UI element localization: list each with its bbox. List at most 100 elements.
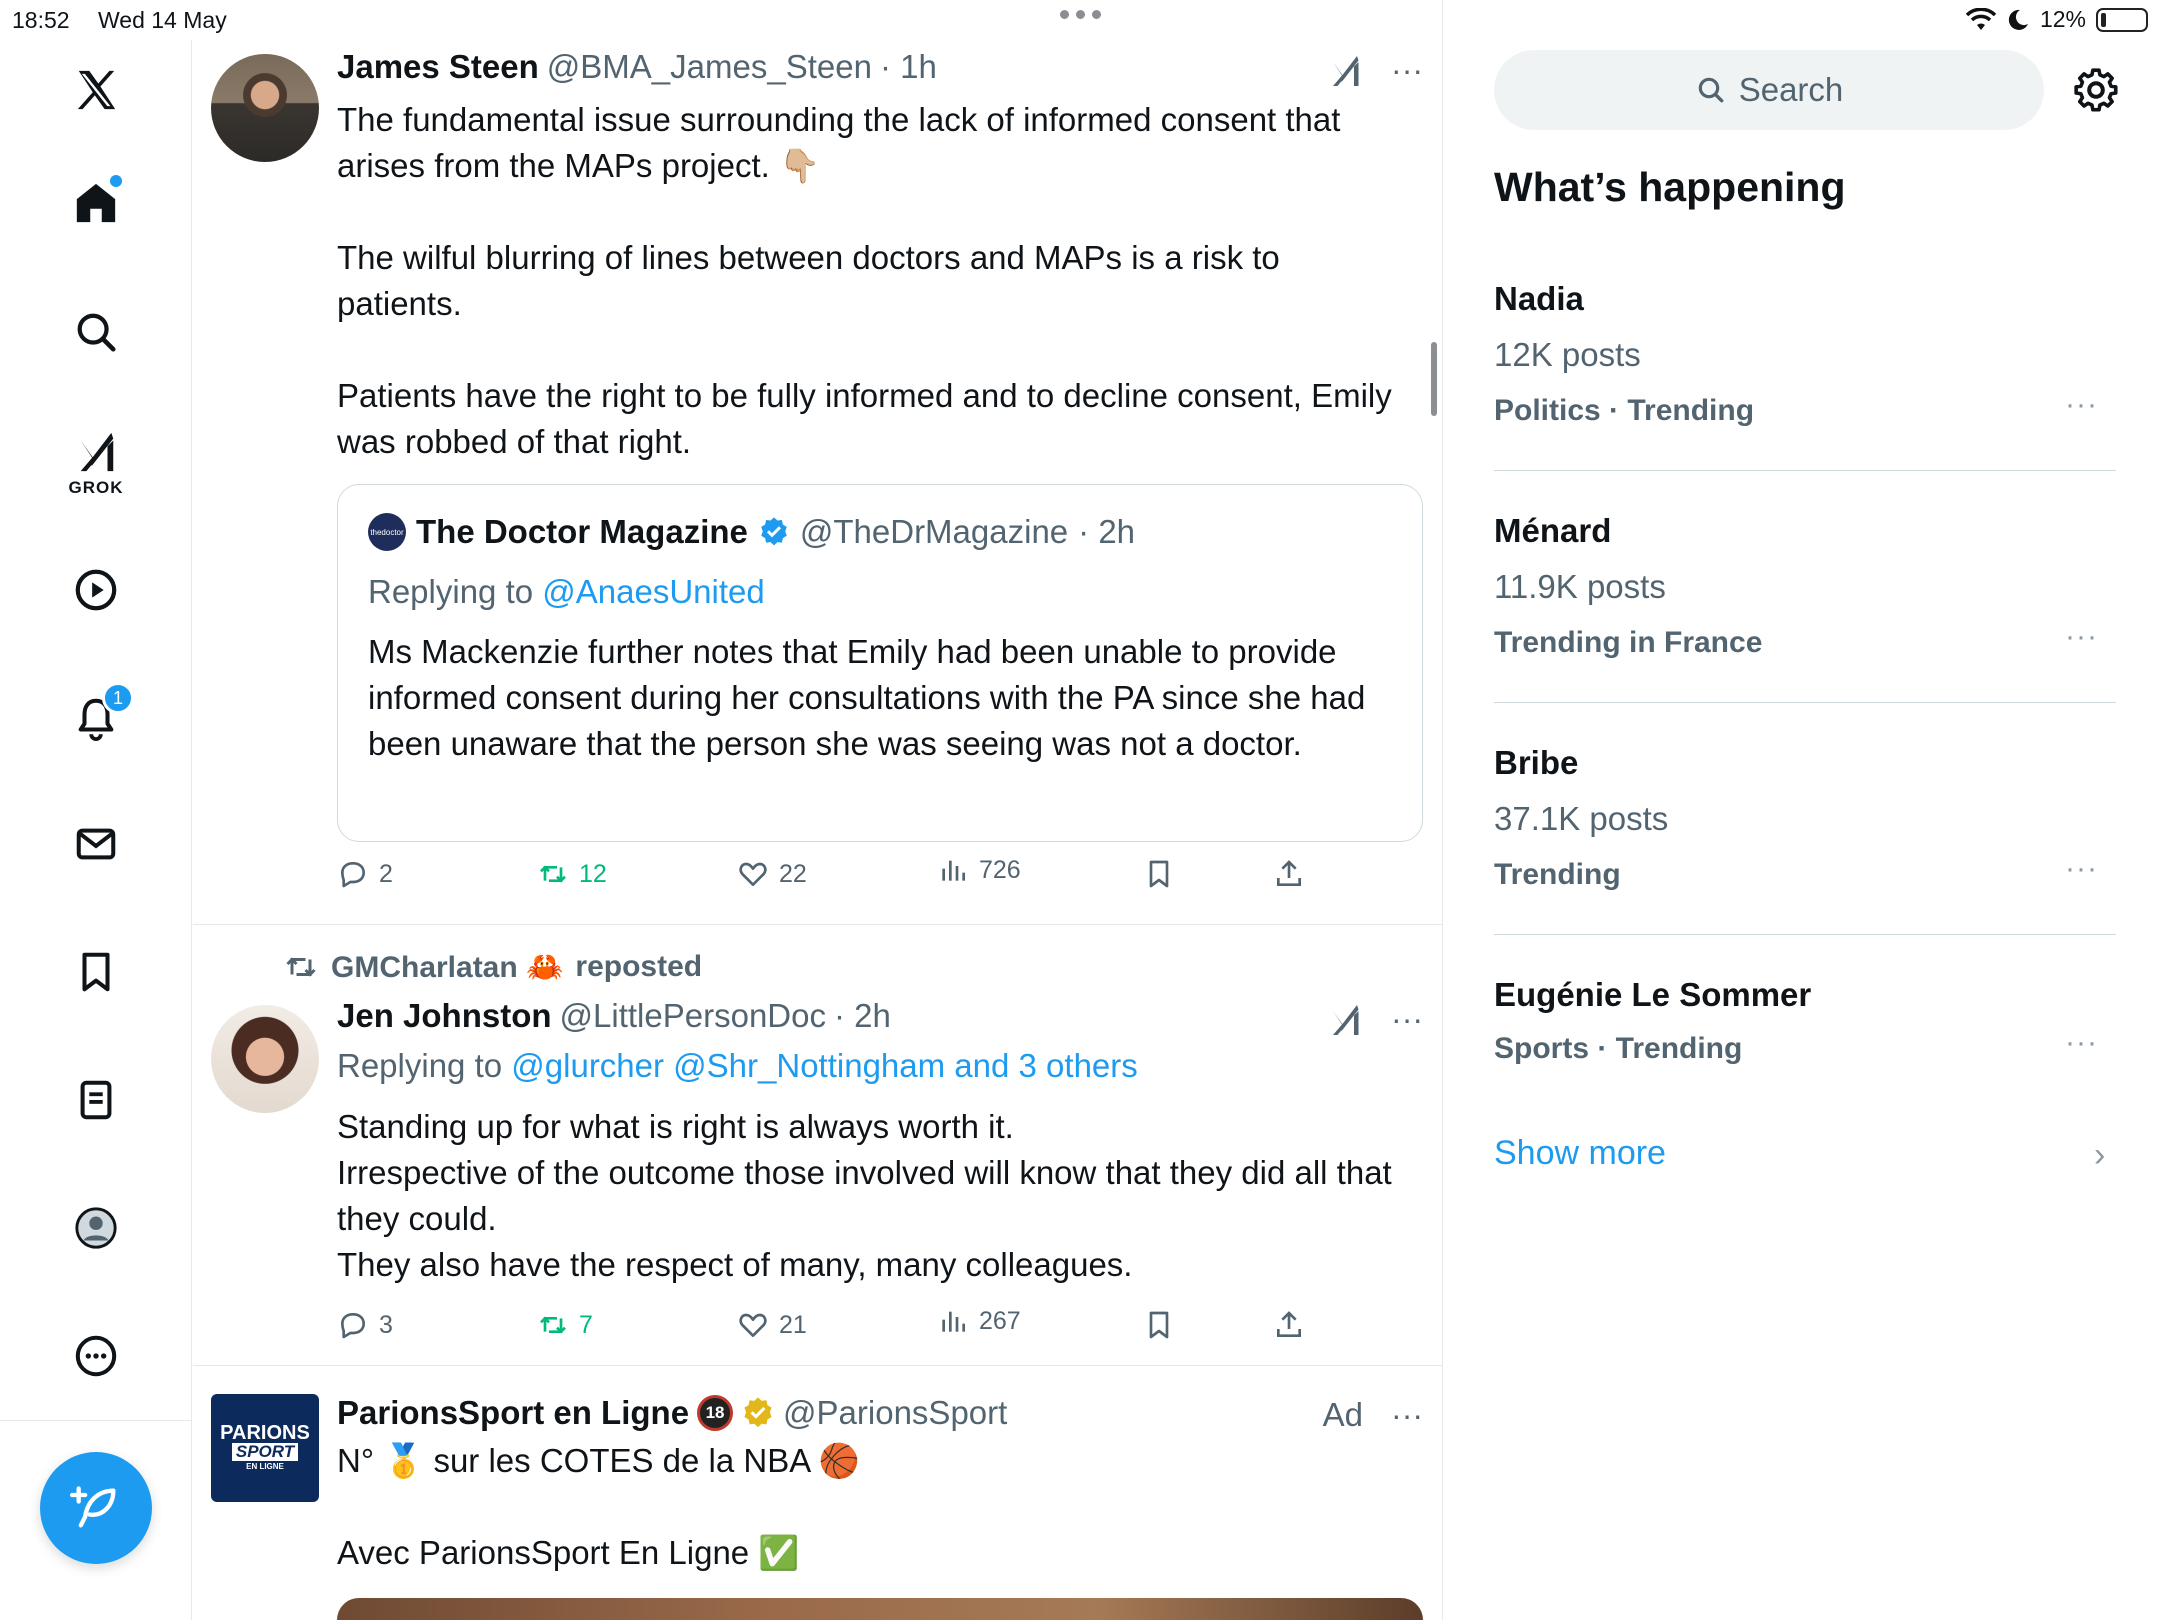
- explore-search-icon[interactable]: [66, 302, 126, 362]
- author-handle[interactable]: @LittlePersonDoc: [560, 997, 826, 1035]
- quoted-author-name[interactable]: The Doctor Magazine: [416, 513, 748, 551]
- quoted-reply-link[interactable]: @AnaesUnited: [542, 573, 764, 610]
- settings-gear-icon[interactable]: [2072, 66, 2120, 114]
- post-header: Jen Johnston @LittlePersonDoc · 2h: [337, 997, 891, 1035]
- profile-avatar-icon[interactable]: [66, 1198, 126, 1258]
- quoted-post[interactable]: thedoctor The Doctor Magazine @TheDrMaga…: [337, 484, 1423, 842]
- bookmark-icon: [1149, 860, 1169, 888]
- repost-button[interactable]: 7: [537, 1309, 593, 1341]
- trend-more-icon[interactable]: ···: [2065, 852, 2098, 886]
- reply-button[interactable]: 2: [337, 858, 393, 890]
- search-placeholder: Search: [1738, 71, 1844, 108]
- trend-name: Eugénie Le Sommer: [1494, 976, 1812, 1013]
- repost-icon: [286, 957, 316, 977]
- post-time[interactable]: · 1h: [880, 48, 937, 86]
- author-handle[interactable]: @BMA_James_Steen: [547, 48, 872, 86]
- x-logo-icon[interactable]: [66, 60, 126, 120]
- trend-item[interactable]: Eugénie Le Sommer Sports · Trending ···: [1494, 976, 2116, 1076]
- messages-envelope-icon[interactable]: [66, 814, 126, 874]
- whats-happening-title: What’s happening: [1494, 164, 1846, 210]
- notifications-badge: 1: [102, 682, 134, 714]
- age-18-icon: 18: [697, 1395, 734, 1431]
- bookmark-button[interactable]: [1143, 858, 1175, 890]
- notifications-bell-icon[interactable]: 1: [66, 682, 134, 748]
- bookmark-button[interactable]: [1143, 1309, 1175, 1341]
- post-more-icon[interactable]: ···: [1391, 1397, 1423, 1434]
- share-upload-icon: [1277, 860, 1301, 886]
- analytics-bars-icon: [942, 1311, 965, 1332]
- trend-item[interactable]: Ménard 11.9K posts Trending in France ··…: [1494, 512, 2116, 659]
- grok-icon[interactable]: [1327, 1002, 1363, 1038]
- author-handle[interactable]: @ParionsSport: [783, 1394, 1007, 1432]
- post-text: Standing up for what is right is always …: [337, 1108, 1392, 1283]
- bookmarks-icon[interactable]: [66, 942, 126, 1002]
- quoted-post-text: Ms Mackenzie further notes that Emily ha…: [368, 633, 1366, 762]
- compose-post-button[interactable]: [40, 1452, 152, 1564]
- repost-count: 12: [579, 859, 607, 888]
- grok-label: GROK: [68, 478, 124, 497]
- ad-media-image[interactable]: [337, 1598, 1423, 1620]
- post-header: ParionsSport en Ligne 18 @ParionsSport: [337, 1394, 1007, 1432]
- post-header: James Steen @BMA_James_Steen · 1h: [337, 48, 937, 86]
- reposted-by[interactable]: GMCharlatan 🦀: [331, 950, 563, 985]
- like-button[interactable]: 21: [737, 1309, 807, 1341]
- trend-divider: [1494, 470, 2116, 471]
- author-name[interactable]: ParionsSport en Ligne: [337, 1394, 689, 1432]
- left-navigation: GROK 1: [0, 40, 192, 1620]
- grok-icon[interactable]: [1327, 53, 1363, 89]
- lists-icon[interactable]: [66, 1070, 126, 1130]
- trend-post-count: 37.1K posts: [1494, 800, 1669, 837]
- more-options-icon[interactable]: [66, 1326, 126, 1386]
- post-time[interactable]: · 2h: [834, 997, 891, 1035]
- verified-badge-icon: [761, 517, 787, 546]
- ad-post-parionssport[interactable]: PARIONS SPORT EN LIGNE ParionsSport en L…: [193, 1366, 1442, 1620]
- trend-more-icon[interactable]: ···: [2065, 1026, 2098, 1060]
- quoted-author-handle[interactable]: @TheDrMagazine: [800, 513, 1068, 551]
- avatar-james-steen[interactable]: [211, 54, 319, 162]
- trend-item[interactable]: Bribe 37.1K posts Trending ···: [1494, 744, 2116, 891]
- post-more-icon[interactable]: ···: [1391, 52, 1423, 89]
- reply-to-links[interactable]: @glurcher @Shr_Nottingham and 3 others: [511, 1047, 1137, 1084]
- share-button[interactable]: [1273, 1309, 1305, 1341]
- post-tools: ···: [1327, 52, 1423, 89]
- post-tools: ···: [1327, 1001, 1423, 1038]
- post-text: The fundamental issue surrounding the la…: [337, 101, 1392, 460]
- post-more-icon[interactable]: ···: [1391, 1001, 1423, 1038]
- reply-button[interactable]: 3: [337, 1309, 393, 1341]
- share-button[interactable]: [1273, 858, 1305, 890]
- view-count: 726: [979, 855, 1021, 884]
- view-count: 267: [979, 1306, 1021, 1335]
- repost-icon: [540, 865, 566, 883]
- search-icon: [1698, 77, 1724, 103]
- views-button[interactable]: 726: [937, 854, 1021, 886]
- quoted-post-time[interactable]: · 2h: [1078, 513, 1135, 551]
- trend-name: Ménard: [1494, 512, 1612, 549]
- quoted-avatar[interactable]: thedoctor: [368, 513, 406, 551]
- post-tools: Ad ···: [1323, 1396, 1423, 1434]
- repost-count: 7: [579, 1310, 593, 1339]
- repost-button[interactable]: 12: [537, 858, 607, 890]
- reposted-suffix: reposted: [575, 950, 703, 983]
- right-sidebar: Search What’s happening Nadia 12K posts …: [1444, 0, 2160, 1620]
- trend-item[interactable]: Nadia 12K posts Politics · Trending ···: [1494, 280, 2116, 427]
- home-icon[interactable]: [66, 173, 126, 233]
- like-count: 22: [779, 859, 807, 888]
- heart-icon: [739, 1313, 767, 1337]
- views-button[interactable]: 267: [937, 1305, 1021, 1337]
- author-name[interactable]: James Steen: [337, 48, 539, 86]
- compose-feather-icon: [70, 1486, 116, 1528]
- show-more-link[interactable]: Show more: [1494, 1134, 1666, 1173]
- search-input[interactable]: Search: [1494, 50, 2044, 130]
- like-button[interactable]: 22: [737, 858, 807, 890]
- post-text: N° 🥇 sur les COTES de la NBA 🏀 Avec Pari…: [337, 1442, 860, 1571]
- trend-more-icon[interactable]: ···: [2065, 620, 2098, 654]
- avatar-jen-johnston[interactable]: [211, 1005, 319, 1113]
- heart-icon: [739, 862, 767, 886]
- avatar-parionssport-logo[interactable]: PARIONS SPORT EN LIGNE: [211, 1394, 319, 1502]
- author-name[interactable]: Jen Johnston: [337, 997, 552, 1035]
- post-jen-johnston[interactable]: GMCharlatan 🦀 reposted Jen Johnston @Lit…: [193, 925, 1442, 1365]
- video-play-icon[interactable]: [66, 560, 126, 620]
- grok-icon[interactable]: [66, 422, 126, 482]
- trend-more-icon[interactable]: ···: [2065, 388, 2098, 422]
- post-james-steen[interactable]: James Steen @BMA_James_Steen · 1h ··· Th…: [193, 0, 1442, 924]
